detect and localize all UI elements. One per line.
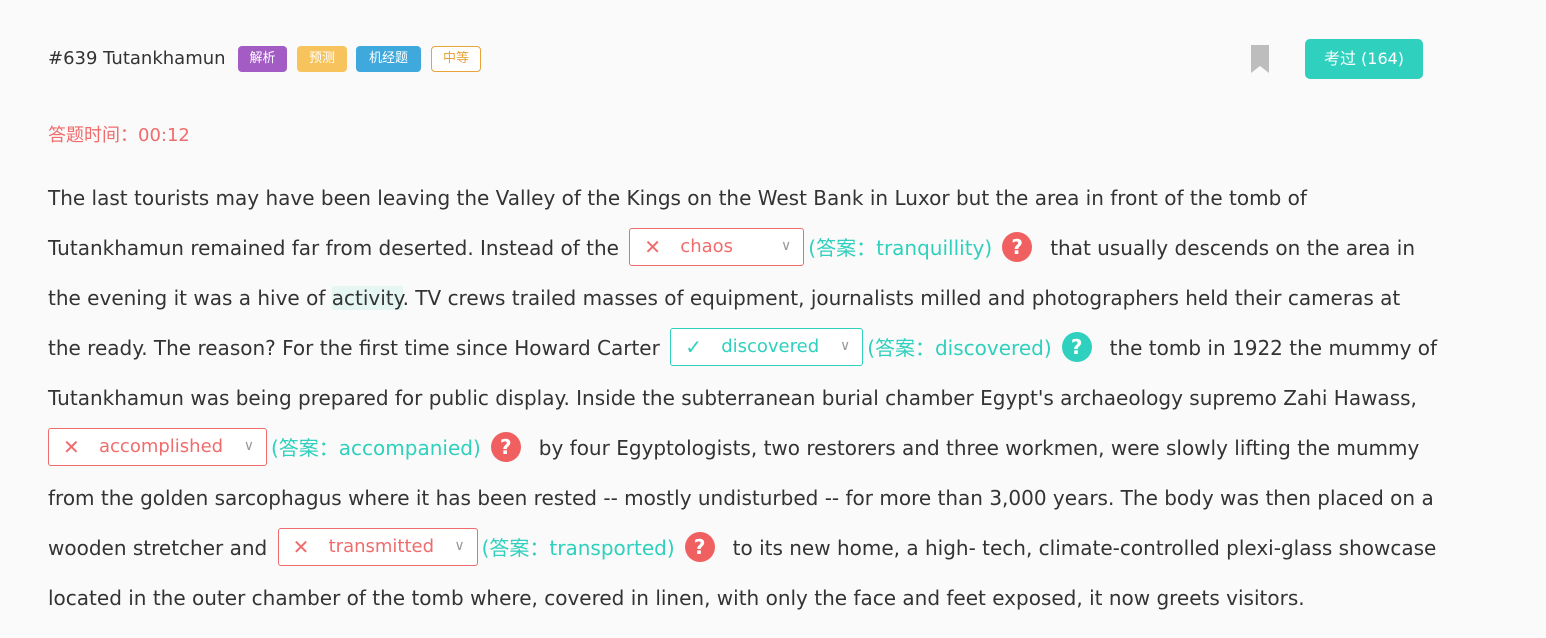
check-icon: ✓ [685,334,702,359]
question-icon[interactable]: ? [1061,331,1092,362]
close-icon: ✕ [292,534,310,559]
blank-3-answer: (答案：accompanied) [271,436,481,460]
blank-1-select[interactable]: ✕ chaos ∨ [629,227,805,266]
chevron-down-icon: ∨ [781,237,792,254]
highlighted-word[interactable]: activity [331,286,403,310]
blank-1-value: chaos [680,235,734,257]
blank-2-select[interactable]: ✓ discovered ∨ [670,327,864,366]
blank-3-value: accomplished [99,435,224,457]
blank-1-answer: (答案：tranquillity) [808,236,993,260]
question-icon[interactable]: ? [684,531,715,562]
question-icon[interactable]: ? [1002,231,1033,262]
blank-2-value: discovered [721,335,820,357]
chevron-down-icon: ∨ [839,337,851,354]
chevron-down-icon: ∨ [243,437,254,454]
passage: The last tourists may have been leaving … [48,173,1438,623]
blank-4-value: transmitted [328,535,435,557]
answer-timer: 答题时间：00:12 [48,125,190,146]
blank-2-answer: (答案：discovered) [867,336,1052,360]
question-icon[interactable]: ? [490,431,521,462]
blank-4-select[interactable]: ✕ transmitted ∨ [277,527,478,566]
close-icon: ✕ [644,234,662,259]
tag-analysis[interactable]: 解析 [238,46,287,72]
close-icon: ✕ [63,434,80,459]
chevron-down-icon: ∨ [454,537,465,554]
bookmark-icon[interactable] [1250,44,1270,74]
question-header: #639 Tutankhamun 解析 预测 机经题 中等 考过 (164) [48,39,1424,80]
tag-exam-question[interactable]: 机经题 [356,46,421,72]
question-title: #639 Tutankhamun [48,48,226,69]
tag-difficulty: 中等 [431,46,481,72]
tag-prediction[interactable]: 预测 [297,46,347,72]
blank-4-answer: (答案：transported) [481,536,675,560]
blank-3-select[interactable]: ✕ accomplished ∨ [48,427,267,466]
exam-taken-button[interactable]: 考过 (164) [1305,39,1423,79]
